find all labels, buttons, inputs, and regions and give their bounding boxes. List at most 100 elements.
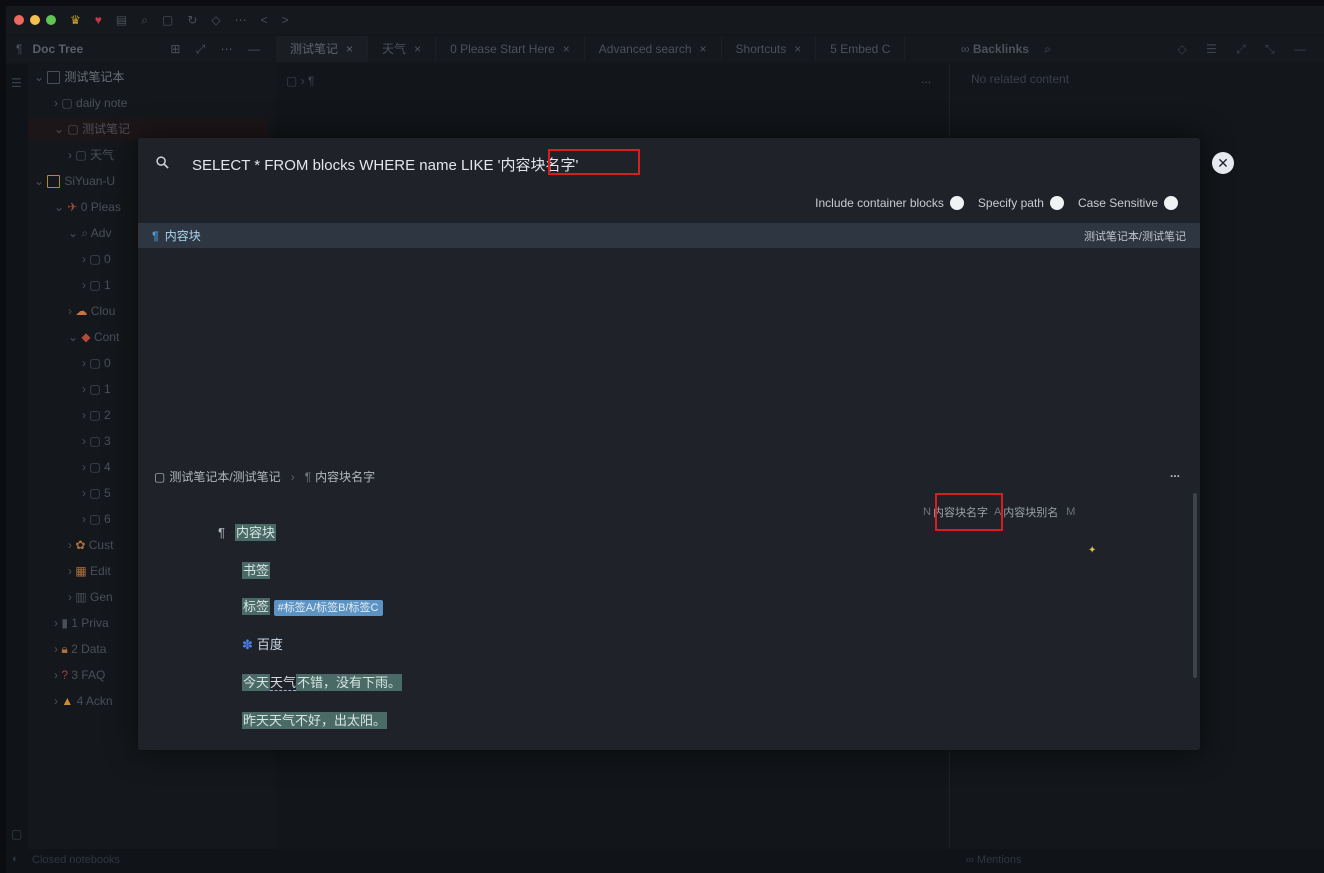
tree-item-daily-note[interactable]: › ▢ daily note xyxy=(54,92,127,114)
weather-ref-link[interactable]: 天气 xyxy=(270,675,297,691)
panel-actions[interactable]: ◇ ☰ ⤢ ⤡ — xyxy=(1177,36,1314,62)
toggle-switch[interactable] xyxy=(1164,196,1178,210)
preview-more-button[interactable]: ... xyxy=(1170,466,1180,480)
tree-item[interactable]: › ▢ 3 xyxy=(82,430,111,452)
tab-shortcuts[interactable]: Shortcuts × xyxy=(722,36,817,62)
tab-start-here[interactable]: 0 Please Start Here × xyxy=(436,36,585,62)
editor-icon: ▦ xyxy=(75,564,87,578)
maximize-window-button[interactable] xyxy=(46,15,56,25)
toggle-switch[interactable] xyxy=(1049,196,1064,210)
tree-item[interactable]: › ▮ 1 Priva xyxy=(54,612,109,634)
notebook-icon xyxy=(47,175,61,189)
tree-item[interactable]: › ▢ 5 xyxy=(82,482,111,504)
tree-item[interactable]: ⌄ ⌕ Adv xyxy=(68,222,111,244)
tab-embed[interactable]: 5 Embed C xyxy=(816,36,906,62)
tag-chip[interactable]: #标签A/标签B/标签C xyxy=(273,600,383,616)
forward-icon[interactable]: > xyxy=(282,13,289,27)
more-icon[interactable]: ⋯ xyxy=(235,13,247,27)
crown-icon[interactable]: ♛ xyxy=(70,13,81,27)
status-bar: ◐ Closed notebooks ∞ Mentions xyxy=(6,849,1324,873)
name-badge: N xyxy=(923,506,931,518)
history-icon[interactable]: ↻ xyxy=(187,13,197,27)
tree-item[interactable]: › ? 3 FAQ xyxy=(54,664,105,686)
minimize-window-button[interactable] xyxy=(30,15,40,25)
help-icon[interactable]: ◐ xyxy=(12,853,19,865)
close-window-button[interactable] xyxy=(14,15,24,25)
tree-item[interactable]: › ▢ 4 xyxy=(82,456,111,478)
tree-item[interactable]: › ▢ 2 xyxy=(82,404,111,426)
close-icon[interactable]: × xyxy=(346,42,353,56)
tree-item[interactable]: › ▢ 6 xyxy=(82,508,111,530)
close-icon[interactable]: × xyxy=(414,42,421,56)
tree-item[interactable]: › ▦ Edit xyxy=(68,560,111,582)
tab-test-note[interactable]: 测试笔记 × xyxy=(276,36,369,62)
weather-yesterday-line[interactable]: 昨天天气不好，出太阳。 xyxy=(242,710,388,729)
editor-more-button[interactable]: ... xyxy=(921,72,931,86)
tree-label: 2 Data xyxy=(71,642,107,656)
tree-item[interactable]: ⌄ ✈ 0 Pleas xyxy=(54,196,121,218)
doc-icon: ▢ xyxy=(75,148,91,162)
close-icon[interactable]: × xyxy=(563,42,570,56)
search-input[interactable] xyxy=(190,151,1094,177)
search-icon[interactable]: ⌕ xyxy=(141,13,148,28)
specify-path-option[interactable]: Specify path xyxy=(978,196,1064,210)
block-title[interactable]: ¶ 内容块 xyxy=(218,522,276,541)
tab-weather[interactable]: 天气 × xyxy=(368,36,437,62)
tree-item[interactable]: › ▢ 0 xyxy=(82,248,111,270)
backlinks-title: Backlinks xyxy=(972,42,1029,56)
bookmark-line[interactable]: 书签 xyxy=(242,560,271,579)
doc-icon: ▢ xyxy=(89,408,105,422)
block-alias-attr[interactable]: 内容块别名 xyxy=(1003,504,1058,520)
tree-label: daily note xyxy=(76,96,128,110)
tree-item[interactable]: › ☁ Clou xyxy=(68,300,115,322)
dock-icon[interactable]: ▢ xyxy=(11,827,22,841)
list-icon[interactable]: ☰ xyxy=(11,76,22,90)
tab-advanced-search[interactable]: Advanced search × xyxy=(585,36,722,62)
closed-notebooks-label[interactable]: Closed notebooks xyxy=(32,854,120,866)
tab-bar: ¶ Doc Tree ⊞ ⤢ ⋯ — 测试笔记 × 天气 × 0 Please St… xyxy=(6,36,1324,62)
tree-label: Gen xyxy=(90,590,113,604)
tree-item-weather[interactable]: › ▢ 天气 xyxy=(68,144,114,166)
chevron-down-icon: ⌄ xyxy=(34,174,48,188)
tree-item[interactable]: ⌄ ◆ Cont xyxy=(68,326,119,348)
window-controls xyxy=(14,15,56,25)
preview-block-name[interactable]: 内容块名字 xyxy=(315,468,375,485)
search-icon[interactable]: ⌕ xyxy=(1044,42,1051,56)
preview-scrollbar[interactable] xyxy=(1193,493,1197,678)
sync-icon[interactable]: ◇ xyxy=(211,13,220,27)
tree-item[interactable]: › ▢ 1 xyxy=(82,378,111,400)
close-icon[interactable]: × xyxy=(700,42,707,56)
text-segment: 今天 xyxy=(242,674,271,691)
doc-icon: ▢ xyxy=(89,434,105,448)
close-dialog-button[interactable]: ✕ xyxy=(1212,152,1234,174)
tree-item[interactable]: › ▲ 4 Ackn xyxy=(54,690,113,712)
dock-icon[interactable]: ▢ xyxy=(162,13,173,27)
heart-icon[interactable]: ♥ xyxy=(95,13,102,27)
close-icon[interactable]: × xyxy=(794,42,801,56)
tag-line[interactable]: 标签 #标签A/标签B/标签C xyxy=(242,596,383,616)
case-sensitive-option[interactable]: Case Sensitive xyxy=(1078,196,1178,210)
tree-item[interactable]: › ▢ 1 xyxy=(82,274,111,296)
include-container-option[interactable]: Include container blocks xyxy=(815,196,964,210)
preview-path[interactable]: 测试笔记本/测试笔记 xyxy=(169,468,280,485)
tree-label: 0 xyxy=(104,252,111,266)
doc-icon: ▢ xyxy=(61,96,77,110)
tree-item[interactable]: › ✿ Cust xyxy=(68,534,113,556)
cloud-icon: ☁ xyxy=(75,304,88,318)
baidu-link-line[interactable]: ✽ 百度 xyxy=(242,634,283,653)
tree-item-test-note[interactable]: ⌄ ▢ 测试笔记 xyxy=(28,118,268,140)
tree-item[interactable]: › 🔒︎ 2 Data xyxy=(54,638,106,660)
weather-today-line[interactable]: 今天天气不错，没有下雨。 xyxy=(242,672,403,691)
baidu-link[interactable]: 百度 xyxy=(257,637,283,652)
memo-badge[interactable]: M xyxy=(1066,506,1075,518)
back-icon[interactable]: < xyxy=(261,13,268,27)
toggle-switch[interactable] xyxy=(949,196,964,210)
notebook-item[interactable]: ⌄ 测试笔记本 xyxy=(34,66,124,88)
search-result-row[interactable]: ¶ 内容块 测试笔记本/测试笔记 xyxy=(138,223,1200,248)
calendar-icon[interactable]: ▤ xyxy=(116,13,127,27)
doc-tree-actions[interactable]: ⊞ ⤢ ⋯ — xyxy=(170,42,266,57)
option-label: Specify path xyxy=(977,196,1044,210)
notebook-item[interactable]: ⌄ SiYuan-U xyxy=(34,170,115,192)
tree-item[interactable]: › ▢ 0 xyxy=(82,352,111,374)
tree-item[interactable]: › ▥ Gen xyxy=(68,586,113,608)
